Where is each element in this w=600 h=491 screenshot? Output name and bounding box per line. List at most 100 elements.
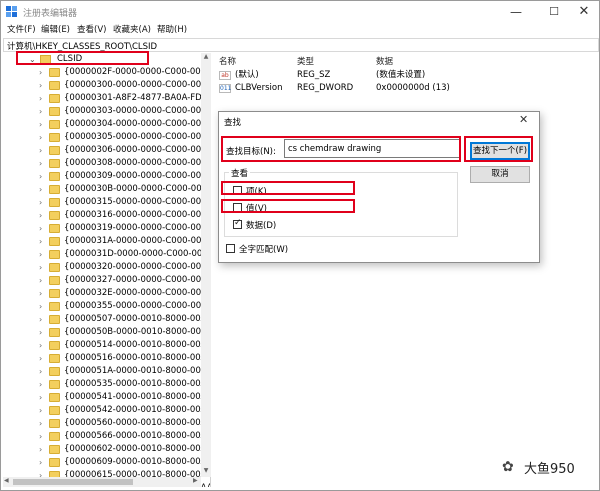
chevron-right-icon[interactable]: › bbox=[39, 235, 42, 248]
chevron-right-icon[interactable]: › bbox=[39, 326, 42, 339]
tree-item[interactable]: › {00000542-0000-0010-8000-00AA00 bbox=[3, 404, 210, 417]
chevron-right-icon[interactable]: › bbox=[39, 456, 42, 469]
tree-item[interactable]: › {00000560-0000-0010-8000-00AA00 bbox=[3, 417, 210, 430]
tree-item[interactable]: › {00000319-0000-0000-C000-000000 bbox=[3, 222, 210, 235]
chevron-right-icon[interactable]: › bbox=[39, 92, 42, 105]
chevron-right-icon[interactable]: › bbox=[39, 443, 42, 456]
tree-item[interactable]: › {0000031D-0000-0000-C000-000000 bbox=[3, 248, 210, 261]
tree-item[interactable]: › {00000316-0000-0000-C000-000000 bbox=[3, 209, 210, 222]
match-whole-string-checkbox[interactable] bbox=[226, 244, 235, 253]
menu-edit[interactable]: 编辑(E) bbox=[41, 23, 70, 35]
chevron-right-icon[interactable]: › bbox=[39, 196, 42, 209]
scroll-up-arrow-icon[interactable]: ▲ bbox=[201, 53, 211, 63]
tree-item[interactable]: › {00000516-0000-0010-8000-00AA00 bbox=[3, 352, 210, 365]
column-header-data[interactable]: 数据 bbox=[376, 55, 393, 67]
folder-icon bbox=[49, 445, 60, 454]
chevron-right-icon[interactable]: › bbox=[39, 118, 42, 131]
chevron-right-icon[interactable]: › bbox=[39, 209, 42, 222]
close-button[interactable]: ✕ bbox=[567, 1, 599, 23]
scroll-left-arrow-icon[interactable]: ◀ bbox=[4, 477, 9, 484]
chevron-right-icon[interactable]: › bbox=[39, 79, 42, 92]
tree-item[interactable]: › {00000609-0000-0010-8000-00AA00 bbox=[3, 456, 210, 469]
folder-icon bbox=[49, 68, 60, 77]
menu-view[interactable]: 查看(V) bbox=[77, 23, 106, 35]
chevron-right-icon[interactable]: › bbox=[39, 66, 42, 79]
scrollbar-thumb[interactable] bbox=[13, 479, 133, 485]
tree-item[interactable]: › {00000535-0000-0010-8000-00AA00 bbox=[3, 378, 210, 391]
tree-item[interactable]: › {00000306-0000-0000-C000-000000 bbox=[3, 144, 210, 157]
chevron-right-icon[interactable]: › bbox=[39, 144, 42, 157]
tree-item[interactable]: › {00000566-0000-0010-8000-00AA00 bbox=[3, 430, 210, 443]
chevron-right-icon[interactable]: › bbox=[39, 105, 42, 118]
tree-item[interactable]: › {00000355-0000-0000-C000-000000 bbox=[3, 300, 210, 313]
tree-item[interactable]: › {00000300-0000-0000-C000-000000 bbox=[3, 79, 210, 92]
highlight-keys-option-box bbox=[221, 181, 355, 195]
cancel-button[interactable]: 取消 bbox=[470, 166, 530, 183]
menu-favorites[interactable]: 收藏夹(A) bbox=[113, 23, 151, 35]
tree-item-label: {00000301-A8F2-4877-BA0A-FD2B66 bbox=[64, 93, 211, 103]
minimize-button[interactable]: — bbox=[499, 1, 533, 23]
column-header-type[interactable]: 类型 bbox=[297, 55, 314, 67]
chevron-right-icon[interactable]: › bbox=[39, 300, 42, 313]
tree-item[interactable]: › {00000327-0000-0000-C000-000000 bbox=[3, 274, 210, 287]
chevron-right-icon[interactable]: › bbox=[39, 287, 42, 300]
tree-item[interactable]: › {00000303-0000-0000-C000-000000 bbox=[3, 105, 210, 118]
tree-item[interactable]: › {00000304-0000-0000-C000-000000 bbox=[3, 118, 210, 131]
folder-icon bbox=[49, 211, 60, 220]
tree-item[interactable]: › {00000315-0000-0000-C000-000000 bbox=[3, 196, 210, 209]
tree-item[interactable]: › {00000305-0000-0000-C000-000000 bbox=[3, 131, 210, 144]
folder-icon bbox=[49, 276, 60, 285]
tree-item[interactable]: › {00000507-0000-0010-8000-00AA00 bbox=[3, 313, 210, 326]
chevron-right-icon[interactable]: › bbox=[39, 378, 42, 391]
data-checkbox-label[interactable]: 数据(D) bbox=[246, 219, 276, 231]
maximize-button[interactable]: ☐ bbox=[537, 1, 571, 23]
chevron-right-icon[interactable]: › bbox=[39, 170, 42, 183]
tree-item[interactable]: › {0000050B-0000-0010-8000-00AA00 bbox=[3, 326, 210, 339]
chevron-right-icon[interactable]: › bbox=[39, 430, 42, 443]
tree-item[interactable]: › {00000320-0000-0000-C000-000000 bbox=[3, 261, 210, 274]
tree-item[interactable]: › {00000309-0000-0000-C000-000000 bbox=[3, 170, 210, 183]
chevron-right-icon[interactable]: › bbox=[39, 339, 42, 352]
tree-item-label: {00000316-0000-0000-C000-000000 bbox=[64, 210, 211, 220]
address-bar[interactable]: 计算机\HKEY_CLASSES_ROOT\CLSID bbox=[3, 38, 599, 52]
chevron-right-icon[interactable]: › bbox=[39, 404, 42, 417]
tree-vertical-scrollbar[interactable]: ▲ ▼ bbox=[201, 53, 211, 477]
tree-item-label: {00000541-0000-0010-8000-00AA00 bbox=[64, 392, 211, 402]
tree-item[interactable]: › {0000030B-0000-0000-C000-000000 bbox=[3, 183, 210, 196]
value-row[interactable]: 011 CLBVersion REG_DWORD 0x0000000d (13) bbox=[213, 82, 593, 95]
chevron-right-icon[interactable]: › bbox=[39, 248, 42, 261]
chevron-right-icon[interactable]: › bbox=[39, 391, 42, 404]
tree-item[interactable]: › {0000051A-0000-0010-8000-00AA00 bbox=[3, 365, 210, 378]
chevron-right-icon[interactable]: › bbox=[39, 222, 42, 235]
chevron-right-icon[interactable]: › bbox=[39, 157, 42, 170]
folder-icon bbox=[49, 185, 60, 194]
value-row[interactable]: ab (默认) REG_SZ (数值未设置) bbox=[213, 69, 593, 82]
tree-horizontal-scrollbar[interactable]: ◀ ▶ bbox=[3, 477, 201, 487]
chevron-right-icon[interactable]: › bbox=[39, 131, 42, 144]
chevron-right-icon[interactable]: › bbox=[39, 183, 42, 196]
tree-item[interactable]: › {0000031A-0000-0000-C000-000000 bbox=[3, 235, 210, 248]
menu-help[interactable]: 帮助(H) bbox=[157, 23, 187, 35]
column-header-name[interactable]: 名称 bbox=[219, 55, 236, 67]
chevron-right-icon[interactable]: › bbox=[39, 274, 42, 287]
dialog-close-icon[interactable]: ✕ bbox=[519, 113, 528, 126]
value-type: REG_DWORD bbox=[297, 83, 354, 93]
tree-item[interactable]: › {0000032E-0000-0000-C000-000000 bbox=[3, 287, 210, 300]
chevron-right-icon[interactable]: › bbox=[39, 365, 42, 378]
data-checkbox[interactable] bbox=[233, 218, 242, 229]
key-tree-pane: ⌄ CLSID › {0000002F-0000-0000-C000-000000… bbox=[3, 53, 211, 487]
chevron-right-icon[interactable]: › bbox=[39, 417, 42, 430]
chevron-right-icon[interactable]: › bbox=[39, 313, 42, 326]
chevron-right-icon[interactable]: › bbox=[39, 261, 42, 274]
tree-item[interactable]: › {00000301-A8F2-4877-BA0A-FD2B66 bbox=[3, 92, 210, 105]
tree-item[interactable]: › {00000541-0000-0010-8000-00AA00 bbox=[3, 391, 210, 404]
match-whole-string-label[interactable]: 全字匹配(W) bbox=[239, 243, 288, 255]
chevron-right-icon[interactable]: › bbox=[39, 352, 42, 365]
scroll-down-arrow-icon[interactable]: ▼ bbox=[201, 467, 211, 477]
scroll-right-arrow-icon[interactable]: ▶ bbox=[193, 477, 198, 484]
tree-item[interactable]: › {00000308-0000-0000-C000-000000 bbox=[3, 157, 210, 170]
menu-file[interactable]: 文件(F) bbox=[7, 23, 36, 35]
tree-item[interactable]: › {00000514-0000-0010-8000-00AA00 bbox=[3, 339, 210, 352]
tree-item[interactable]: › {0000002F-0000-0000-C000-000000 bbox=[3, 66, 210, 79]
tree-item[interactable]: › {00000602-0000-0010-8000-00AA00 bbox=[3, 443, 210, 456]
